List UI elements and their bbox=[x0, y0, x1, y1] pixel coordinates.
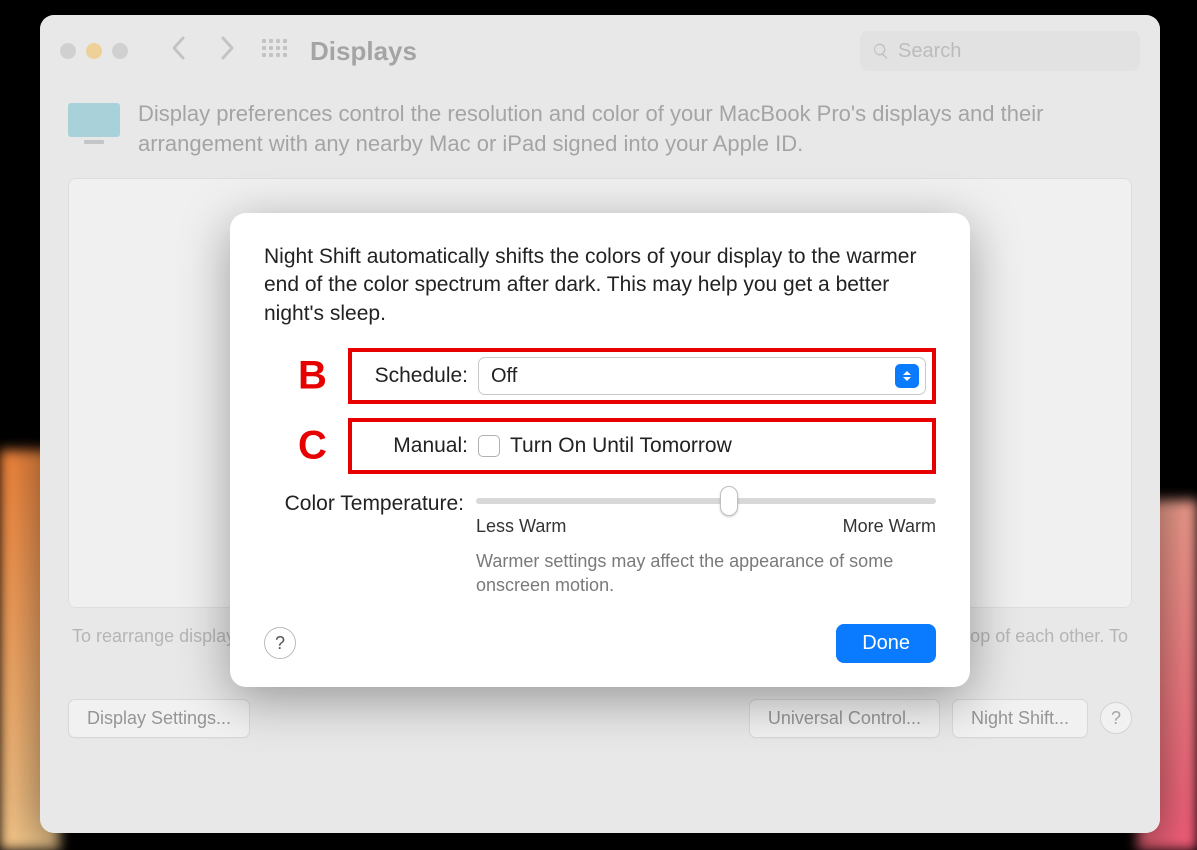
annotation-b: B bbox=[298, 354, 327, 399]
done-button[interactable]: Done bbox=[836, 624, 936, 663]
manual-label: Manual: bbox=[358, 434, 478, 458]
zoom-window-button[interactable] bbox=[112, 43, 128, 59]
help-button[interactable]: ? bbox=[1100, 702, 1132, 734]
manual-row: C Manual: Turn On Until Tomorrow bbox=[264, 418, 936, 474]
display-settings-button[interactable]: Display Settings... bbox=[68, 699, 250, 738]
color-temperature-row: Color Temperature: Less Warm More Warm W… bbox=[264, 490, 936, 598]
chevron-left-icon bbox=[170, 35, 188, 61]
night-shift-button[interactable]: Night Shift... bbox=[952, 699, 1088, 738]
bottom-button-row: Display Settings... Universal Control...… bbox=[68, 699, 1132, 738]
color-temperature-slider[interactable] bbox=[476, 498, 936, 504]
display-icon bbox=[68, 103, 120, 145]
slider-thumb[interactable] bbox=[720, 486, 738, 516]
updown-icon bbox=[895, 364, 919, 388]
schedule-value: Off bbox=[491, 365, 517, 388]
slider-range-labels: Less Warm More Warm bbox=[476, 516, 936, 537]
night-shift-sheet: Night Shift automatically shifts the col… bbox=[230, 213, 970, 687]
search-input[interactable]: Search bbox=[860, 31, 1140, 71]
close-window-button[interactable] bbox=[60, 43, 76, 59]
schedule-select[interactable]: Off bbox=[478, 357, 926, 395]
chevron-right-icon bbox=[218, 35, 236, 61]
slider-min-label: Less Warm bbox=[476, 516, 566, 537]
slider-max-label: More Warm bbox=[843, 516, 936, 537]
search-placeholder: Search bbox=[898, 40, 961, 63]
universal-control-button[interactable]: Universal Control... bbox=[749, 699, 940, 738]
schedule-highlight-box: Schedule: Off bbox=[348, 348, 936, 404]
window-title: Displays bbox=[310, 36, 417, 67]
manual-checkbox[interactable] bbox=[478, 435, 500, 457]
window-toolbar: Displays Search bbox=[40, 15, 1160, 87]
schedule-row: B Schedule: Off bbox=[264, 348, 936, 404]
schedule-label: Schedule: bbox=[358, 364, 478, 388]
traffic-lights bbox=[60, 43, 128, 59]
show-all-icon[interactable] bbox=[262, 39, 286, 63]
back-button[interactable] bbox=[162, 35, 196, 68]
search-icon bbox=[872, 42, 890, 60]
minimize-window-button[interactable] bbox=[86, 43, 102, 59]
intro-text: Display preferences control the resoluti… bbox=[138, 99, 1132, 158]
intro-row: Display preferences control the resoluti… bbox=[68, 99, 1132, 158]
sheet-help-button[interactable]: ? bbox=[264, 627, 296, 659]
slider-note: Warmer settings may affect the appearanc… bbox=[476, 549, 936, 598]
annotation-c: C bbox=[298, 424, 327, 469]
color-temperature-label: Color Temperature: bbox=[264, 490, 476, 516]
forward-button[interactable] bbox=[210, 35, 244, 68]
sheet-footer: ? Done bbox=[264, 624, 936, 663]
color-temperature-slider-wrap: Less Warm More Warm Warmer settings may … bbox=[476, 490, 936, 598]
manual-checkbox-label: Turn On Until Tomorrow bbox=[510, 434, 732, 458]
manual-highlight-box: Manual: Turn On Until Tomorrow bbox=[348, 418, 936, 474]
sheet-description: Night Shift automatically shifts the col… bbox=[264, 243, 936, 328]
preferences-window: Displays Search Display preferences cont… bbox=[40, 15, 1160, 833]
